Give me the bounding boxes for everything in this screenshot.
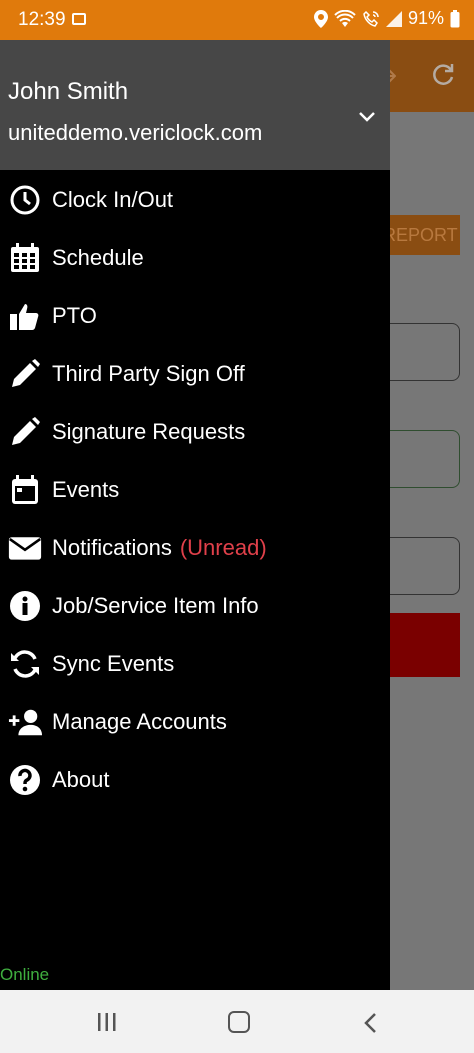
menu-item-about[interactable]: About xyxy=(0,751,390,809)
thumbs-up-icon xyxy=(8,299,42,333)
back-icon[interactable] xyxy=(362,1012,378,1034)
menu-item-third-party-sign-off[interactable]: Third Party Sign Off xyxy=(0,345,390,403)
question-icon xyxy=(8,763,42,797)
background-field[interactable] xyxy=(387,323,460,381)
menu-item-label: Clock In/Out xyxy=(52,187,174,212)
calendar-icon xyxy=(8,241,42,275)
navigation-drawer: John Smith uniteddemo.vericlock.com Cloc… xyxy=(0,40,390,990)
info-icon xyxy=(8,589,42,623)
menu-item-label: Signature Requests xyxy=(52,419,246,444)
refresh-icon[interactable] xyxy=(430,62,456,88)
status-bar: 12:39 91% xyxy=(0,0,474,40)
status-icons: 91% xyxy=(313,8,460,29)
sync-icon xyxy=(8,647,42,681)
background-red-button[interactable] xyxy=(387,613,460,677)
user-name: John Smith xyxy=(8,78,129,105)
battery-level: 91% xyxy=(407,8,444,28)
calendar-event-icon xyxy=(8,473,42,507)
menu-item-label: Notifications (Unread) xyxy=(52,535,267,561)
gallery-notification-icon xyxy=(72,13,86,25)
menu-item-pto[interactable]: PTO xyxy=(0,287,390,345)
menu-item-sync-events[interactable]: Sync Events xyxy=(0,635,390,693)
location-icon xyxy=(313,9,328,28)
unread-badge: (Unread) xyxy=(179,535,267,560)
pencil-icon xyxy=(8,415,42,449)
menu-item-schedule[interactable]: Schedule xyxy=(0,229,390,287)
battery-icon xyxy=(450,9,460,27)
background-field[interactable] xyxy=(387,430,460,488)
menu-item-job-service-info[interactable]: Job/Service Item Info xyxy=(0,577,390,635)
envelope-icon xyxy=(8,531,42,565)
menu-item-label: PTO xyxy=(52,303,97,328)
menu-item-label: Schedule xyxy=(52,245,144,270)
menu-item-label: About xyxy=(52,767,110,792)
account-domain: uniteddemo.vericlock.com xyxy=(8,120,263,145)
background-field[interactable] xyxy=(387,537,460,595)
status-time: 12:39 xyxy=(18,9,66,30)
menu-item-notifications[interactable]: Notifications (Unread) xyxy=(0,519,390,577)
menu-item-label: Manage Accounts xyxy=(52,709,227,734)
home-icon[interactable] xyxy=(228,1011,250,1033)
menu-item-label: Job/Service Item Info xyxy=(52,593,259,618)
menu-item-events[interactable]: Events xyxy=(0,461,390,519)
connection-status: Online xyxy=(0,965,50,984)
signal-icon xyxy=(385,10,402,27)
notifications-label: Notifications xyxy=(52,535,172,560)
call-icon xyxy=(363,10,379,27)
report-button[interactable]: REPORT xyxy=(387,215,460,255)
chevron-down-icon[interactable] xyxy=(357,110,377,124)
system-nav-bar xyxy=(0,990,474,1053)
menu-item-signature-requests[interactable]: Signature Requests xyxy=(0,403,390,461)
menu-item-label: Events xyxy=(52,477,120,502)
menu-item-label: Third Party Sign Off xyxy=(52,361,245,386)
clock-icon xyxy=(8,183,42,217)
pencil-icon xyxy=(8,357,42,391)
menu-item-manage-accounts[interactable]: Manage Accounts xyxy=(0,693,390,751)
menu-item-clock-in-out[interactable]: Clock In/Out xyxy=(0,171,390,229)
menu-item-label: Sync Events xyxy=(52,651,175,676)
recent-apps-icon[interactable] xyxy=(96,1012,118,1032)
wifi-icon xyxy=(334,9,356,27)
add-person-icon xyxy=(8,705,42,739)
drawer-header[interactable]: John Smith uniteddemo.vericlock.com xyxy=(0,40,390,170)
